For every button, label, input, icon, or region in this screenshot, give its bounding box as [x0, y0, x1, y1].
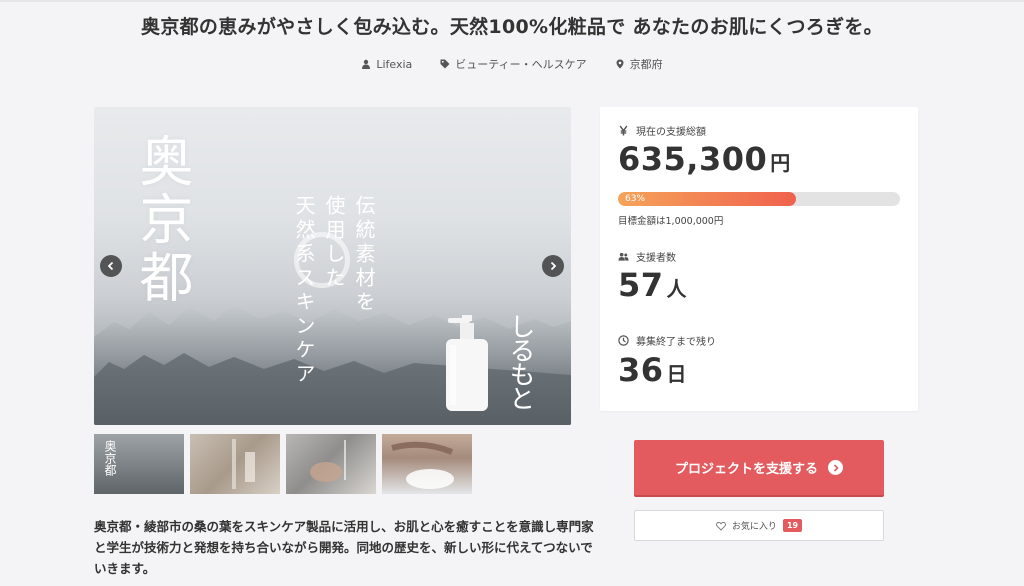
remaining-unit: 日	[666, 362, 688, 386]
yen-icon	[619, 125, 628, 136]
thumbnail-2-image	[232, 439, 255, 489]
backers-number: 57	[618, 266, 664, 304]
favorite-button[interactable]: お気に入り 19	[634, 510, 884, 541]
thumbnail-4-image	[391, 441, 454, 489]
author-name: Lifexia	[376, 57, 413, 71]
thumbnail-1-label: 奥京都	[103, 440, 117, 476]
hero-headline: 奥京都	[130, 133, 193, 307]
thumbnail-2[interactable]	[190, 434, 280, 494]
support-project-button[interactable]: プロジェクトを支援する	[634, 440, 884, 495]
pump-bottle-image	[446, 315, 488, 411]
thumbnail-3[interactable]	[286, 434, 376, 494]
total-label-text: 現在の支援総額	[636, 127, 706, 138]
backers-count: 57 人	[618, 266, 687, 304]
chevron-left-icon	[107, 261, 114, 271]
arrow-right-circle-icon	[828, 460, 843, 475]
support-button-label: プロジェクトを支援する	[674, 462, 818, 477]
hero-line-3: 天然系スキンケア	[292, 195, 316, 387]
chevron-right-icon	[833, 463, 839, 472]
heart-icon	[716, 521, 726, 531]
remaining-days: 36 日	[618, 351, 687, 389]
backers-unit: 人	[666, 277, 688, 301]
hero-carousel[interactable]: 奥京都 伝統素材を 使用した 天然系スキンケア しるもと	[94, 107, 571, 425]
clock-icon	[618, 335, 629, 346]
chevron-right-icon	[550, 261, 557, 271]
funding-progress-bar: 63%	[618, 192, 900, 206]
thumbnail-4[interactable]	[382, 434, 472, 494]
hero-line-2: 使用した	[322, 195, 346, 291]
carousel-next-button[interactable]	[542, 255, 564, 277]
backers-label-text: 支援者数	[636, 253, 676, 264]
project-description: 奥京都・綾部市の桑の葉をスキンケア製品に活用し、お肌と心を癒すことを意識し専門家…	[94, 519, 594, 576]
project-meta: Lifexia ビューティー・ヘルスケア 京都府	[0, 56, 1024, 72]
user-icon	[362, 59, 371, 69]
remaining-label: 募集終了まで残り	[618, 333, 716, 348]
hero-line-1: 伝統素材を	[352, 195, 376, 315]
location-name: 京都府	[629, 58, 663, 71]
favorite-count-badge: 19	[782, 519, 803, 532]
total-funding-value: 635,300 円	[618, 140, 791, 178]
progress-percent: 63%	[625, 194, 646, 204]
total-amount: 635,300	[618, 140, 768, 178]
category-name: ビューティー・ヘルスケア	[455, 58, 587, 71]
carousel-prev-button[interactable]	[100, 255, 122, 277]
total-funding-label: 現在の支援総額	[618, 123, 706, 138]
thumbnail-1[interactable]: 奥京都	[94, 434, 184, 494]
remaining-number: 36	[618, 351, 664, 389]
tag-icon	[440, 59, 450, 69]
page-title: 奥京都の恵みがやさしく包み込む。天然100%化粧品で あなたのお肌にくつろぎを。	[141, 16, 883, 38]
map-pin-icon	[616, 59, 624, 69]
favorite-label: お気に入り	[731, 522, 777, 532]
thumbnail-strip: 奥京都	[94, 434, 472, 494]
goal-amount: 目標金額は1,000,000円	[618, 216, 724, 227]
backers-label: 支援者数	[618, 249, 676, 264]
meta-location[interactable]: 京都府	[615, 56, 663, 72]
total-unit: 円	[770, 151, 791, 175]
meta-category[interactable]: ビューティー・ヘルスケア	[440, 56, 587, 72]
remaining-label-text: 募集終了まで残り	[636, 337, 716, 348]
brand-mark: しるもと	[505, 313, 535, 409]
users-icon	[618, 252, 629, 261]
meta-author[interactable]: Lifexia	[361, 56, 412, 72]
top-divider	[0, 0, 1024, 2]
thumbnail-3-image	[310, 440, 346, 482]
funding-stats-card: 現在の支援総額 635,300 円 63% 目標金額は1,000,000円 支援者…	[600, 107, 918, 411]
